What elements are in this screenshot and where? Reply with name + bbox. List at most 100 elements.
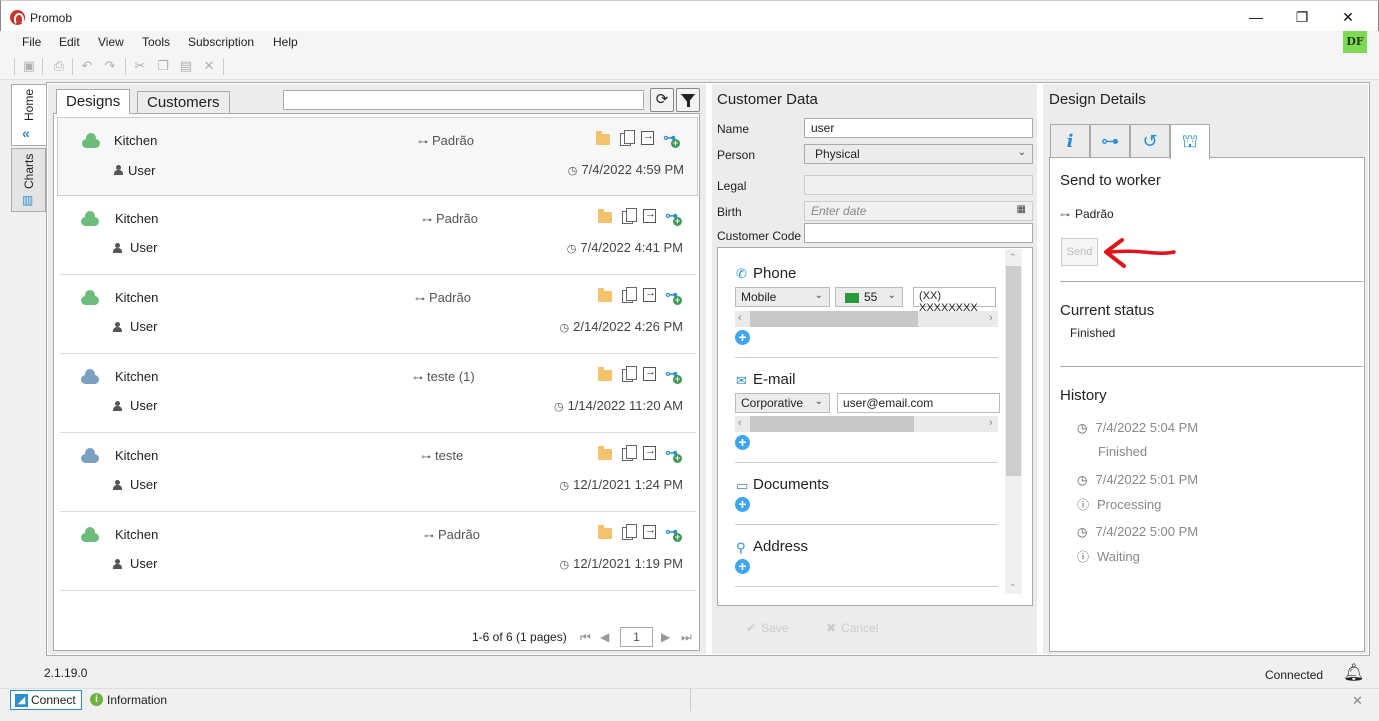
print-icon[interactable]: ⎙ (52, 59, 66, 73)
next-page-icon[interactable]: ▶ (661, 630, 670, 644)
duplicate-icon[interactable] (622, 366, 637, 382)
phone-type-select[interactable]: Mobile ⌄ (735, 287, 830, 307)
scroll-up-icon[interactable]: ⌃ (1009, 252, 1017, 263)
redo-icon[interactable]: ↷ (103, 59, 117, 73)
country-code-select[interactable]: 55 ⌄ (835, 287, 903, 307)
design-row[interactable]: Kitchen User ⊶ Padrão ⊶ ◷12/1/2021 1:19 PM (60, 512, 696, 591)
row-actions: ⊶ (598, 287, 688, 305)
last-page-icon[interactable]: ⏭ (681, 630, 692, 645)
open-folder-icon[interactable] (598, 525, 612, 539)
add-phone-button[interactable]: + (735, 330, 750, 345)
chevron-down-icon: ⌄ (1017, 147, 1026, 158)
scroll-left-icon[interactable]: ‹ (738, 312, 742, 324)
cut-icon[interactable]: ✂ (133, 59, 147, 73)
add-document-button[interactable]: + (735, 497, 750, 512)
restore-button[interactable]: ❐ (1279, 7, 1325, 29)
open-folder-icon[interactable] (598, 446, 612, 460)
person-select[interactable]: Physical ⌄ (804, 144, 1033, 164)
tab-factory[interactable]: ⛫ (1170, 124, 1210, 159)
duplicate-icon[interactable] (622, 524, 637, 540)
tab-history[interactable]: ↺ (1130, 124, 1170, 158)
add-email-button[interactable]: + (735, 435, 750, 450)
phone-hscroll-thumb[interactable] (750, 311, 918, 327)
tab-info[interactable]: i (1050, 124, 1090, 158)
scroll-right-icon[interactable]: › (989, 312, 993, 324)
send-network-icon[interactable]: ⊶ (665, 446, 682, 463)
calendar-icon[interactable]: ▦ (1017, 204, 1026, 215)
export-icon[interactable] (643, 445, 656, 460)
undo-icon[interactable]: ↶ (80, 59, 94, 73)
tab-customers[interactable]: Customers (137, 91, 230, 113)
phone-number-input[interactable]: (XX) XXXXXXXX (913, 287, 996, 314)
open-folder-icon[interactable] (596, 131, 610, 145)
duplicate-icon[interactable] (622, 445, 637, 461)
send-network-icon[interactable]: ⊶ (665, 367, 682, 384)
design-row[interactable]: Kitchen User ⊶ Padrão ⊶ ◷2/14/2022 4:26 PM (60, 275, 696, 354)
close-icon[interactable]: ✕ (1352, 693, 1363, 709)
send-network-icon[interactable]: ⊶ (665, 288, 682, 305)
prev-page-icon[interactable]: ◀ (600, 630, 609, 644)
minimize-button[interactable]: — (1233, 7, 1279, 29)
menu-edit[interactable]: Edit (59, 35, 80, 49)
filter-button[interactable] (676, 88, 700, 112)
export-icon[interactable] (643, 524, 656, 539)
contact-scroll-thumb[interactable] (1006, 266, 1021, 476)
add-address-button[interactable]: + (735, 559, 750, 574)
name-input[interactable]: user (804, 118, 1033, 138)
send-network-icon[interactable]: ⊶ (663, 131, 680, 148)
cancel-customer-button[interactable]: ✖ Cancel (826, 621, 878, 635)
export-icon[interactable] (641, 130, 654, 145)
tree-icon: ⊶ (415, 294, 425, 305)
scroll-down-icon[interactable]: ⌄ (1009, 578, 1017, 589)
duplicate-icon[interactable] (622, 208, 637, 224)
email-type-select[interactable]: Corporative ⌄ (735, 393, 830, 413)
email-hscroll-thumb[interactable] (750, 416, 914, 432)
menu-file[interactable]: File (22, 35, 41, 49)
open-folder-icon[interactable] (598, 288, 612, 302)
open-folder-icon[interactable] (598, 209, 612, 223)
send-network-icon[interactable]: ⊶ (665, 525, 682, 542)
menu-view[interactable]: View (98, 35, 124, 49)
open-folder-icon[interactable] (598, 367, 612, 381)
side-tab-home[interactable]: Home « (11, 84, 46, 146)
copy-icon[interactable]: ❐ (156, 59, 170, 73)
customer-code-input[interactable] (804, 223, 1033, 243)
tab-designs[interactable]: Designs (56, 89, 131, 114)
birth-input[interactable]: Enter date ▦ (804, 201, 1033, 221)
connect-button[interactable]: ◢ Connect (10, 690, 82, 710)
export-icon[interactable] (643, 366, 656, 381)
refresh-button[interactable]: ⟳ (650, 88, 674, 112)
send-network-icon[interactable]: ⊶ (665, 209, 682, 226)
menu-tools[interactable]: Tools (142, 35, 170, 49)
save-icon[interactable]: ▣ (22, 59, 36, 73)
menu-subscription[interactable]: Subscription (188, 35, 254, 49)
send-button[interactable]: Send (1061, 238, 1098, 266)
scroll-left-icon[interactable]: ‹ (738, 417, 742, 429)
bell-icon[interactable]: 🔔︎ (1343, 663, 1365, 683)
export-icon[interactable] (643, 208, 656, 223)
first-page-icon[interactable]: ⏮ (580, 630, 591, 645)
page-number-input[interactable]: 1 (620, 627, 653, 647)
user-avatar[interactable]: DF (1343, 31, 1367, 53)
tab-tree[interactable]: ⊶ (1090, 124, 1130, 158)
close-button[interactable]: ✕ (1325, 7, 1371, 29)
delete-icon[interactable]: ✕ (202, 59, 216, 73)
design-row[interactable]: Kitchen User ⊶ teste ⊶ ◷12/1/2021 1:24 PM (60, 433, 696, 512)
duplicate-icon[interactable] (622, 287, 637, 303)
design-tree-label: Padrão (436, 211, 478, 226)
side-tab-charts[interactable]: Charts ▥ (11, 148, 46, 212)
design-row[interactable]: Kitchen User ⊶ teste (1) ⊶ ◷1/14/2022 11:20 A… (60, 354, 696, 433)
search-input[interactable] (283, 90, 644, 110)
export-icon[interactable] (643, 287, 656, 302)
paste-icon[interactable]: ▤ (179, 59, 193, 73)
information-button[interactable]: i Information (90, 693, 167, 707)
email-input[interactable]: user@email.com (837, 393, 1000, 413)
design-row[interactable]: Kitchen User ⊶ Padrão ⊶ ◷7/4/2022 4:41 PM (60, 196, 696, 275)
design-row[interactable]: Kitchen User ⊶ Padrão ⊶ ◷7/4/2022 4:59 PM (57, 117, 698, 196)
duplicate-icon[interactable] (620, 130, 635, 146)
menu-help[interactable]: Help (273, 35, 298, 49)
toolbar-separator (125, 58, 126, 75)
scroll-right-icon[interactable]: › (989, 417, 993, 429)
save-customer-button[interactable]: ✔ Save (746, 621, 788, 635)
side-tab-charts-label: Charts (22, 153, 36, 189)
